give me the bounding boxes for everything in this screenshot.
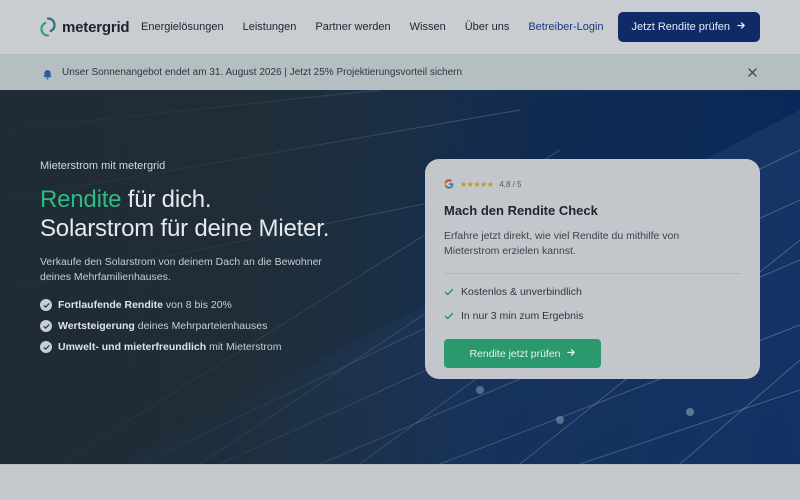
benefit-item: Fortlaufende Rendite von 8 bis 20% bbox=[40, 299, 370, 311]
headline-accent: Rendite bbox=[40, 186, 122, 213]
announcement-text: Unser Sonnenangebot endet am 31. August … bbox=[62, 67, 463, 78]
benefit-rest: mit Mieterstrom bbox=[206, 341, 282, 353]
benefit-item: Umwelt- und mieterfreundlich mit Mieters… bbox=[40, 341, 370, 353]
card-feature-label: In nur 3 min zum Ergebnis bbox=[461, 310, 584, 322]
rating-value: 4,8 / 5 bbox=[499, 179, 522, 189]
hero-eyebrow: Mieterstrom mit metergrid bbox=[40, 160, 166, 172]
nav-item-ueber-uns[interactable]: Über uns bbox=[465, 21, 510, 33]
google-rating: ★★★★★ 4,8 / 5 bbox=[444, 179, 741, 189]
nav-item-energieloesungen[interactable]: Energielösungen bbox=[141, 21, 224, 33]
benefit-list: Fortlaufende Rendite von 8 bis 20% Werts… bbox=[40, 299, 370, 353]
card-feature-item: Kostenlos & unverbindlich bbox=[444, 286, 741, 298]
benefit-item: Wertsteigerung deines Mehrparteienhauses bbox=[40, 320, 370, 332]
check-icon bbox=[444, 311, 454, 321]
check-icon bbox=[444, 287, 454, 297]
check-return-button[interactable]: Jetzt Rendite prüfen bbox=[617, 12, 760, 42]
logo[interactable]: metergrid bbox=[40, 17, 141, 37]
site-header: metergrid Energielösungen Leistungen Par… bbox=[0, 0, 800, 54]
check-return-now-button[interactable]: Rendite jetzt prüfen bbox=[444, 339, 601, 368]
google-icon bbox=[444, 179, 454, 189]
metergrid-logo-icon bbox=[40, 17, 56, 37]
nav-item-partner-werden[interactable]: Partner werden bbox=[315, 21, 390, 33]
hero-subtext: Verkaufe den Solarstrom von deinem Dach … bbox=[40, 256, 322, 283]
star-rating-icons: ★★★★★ bbox=[460, 179, 494, 189]
card-divider bbox=[444, 273, 741, 274]
benefit-rest: von 8 bis 20% bbox=[163, 299, 232, 311]
hero-content: Mieterstrom mit metergrid Rendite für di… bbox=[40, 160, 370, 362]
main-nav: Energielösungen Leistungen Partner werde… bbox=[141, 21, 528, 33]
rendite-check-card: ★★★★★ 4,8 / 5 Mach den Rendite Check Erf… bbox=[425, 159, 760, 379]
card-feature-label: Kostenlos & unverbindlich bbox=[461, 286, 582, 298]
check-circle-icon bbox=[40, 341, 52, 353]
headline-rest: für dich. bbox=[121, 186, 212, 213]
arrow-right-icon bbox=[737, 21, 746, 33]
card-description: Erfahre jetzt direkt, wie viel Rendite d… bbox=[444, 230, 680, 257]
check-return-button-label: Jetzt Rendite prüfen bbox=[631, 21, 730, 33]
benefit-bold: Umwelt- und mieterfreundlich bbox=[58, 341, 207, 353]
card-feature-item: In nur 3 min zum Ergebnis bbox=[444, 310, 741, 322]
hero-section: Mieterstrom mit metergrid Rendite für di… bbox=[0, 90, 800, 464]
check-circle-icon bbox=[40, 299, 52, 311]
announcement-bar: Unser Sonnenangebot endet am 31. August … bbox=[0, 54, 800, 90]
headline-line-2: Solarstrom für deine Mieter. bbox=[40, 215, 330, 242]
check-return-now-label: Rendite jetzt prüfen bbox=[469, 347, 561, 360]
card-title: Mach den Rendite Check bbox=[444, 203, 598, 218]
check-circle-icon bbox=[40, 320, 52, 332]
hero-headline: Rendite für dich. Solarstrom für deine M… bbox=[40, 185, 370, 243]
bell-icon bbox=[42, 67, 53, 80]
next-section-strip bbox=[0, 464, 800, 500]
operator-login-link[interactable]: Betreiber-Login bbox=[528, 21, 603, 33]
nav-item-leistungen[interactable]: Leistungen bbox=[243, 21, 297, 33]
benefit-rest: deines Mehrparteienhauses bbox=[134, 320, 268, 332]
benefit-bold: Fortlaufende Rendite bbox=[58, 299, 164, 311]
benefit-bold: Wertsteigerung bbox=[58, 320, 135, 332]
arrow-right-icon bbox=[566, 348, 576, 360]
close-icon[interactable] bbox=[746, 67, 758, 79]
header-actions: Betreiber-Login Jetzt Rendite prüfen bbox=[528, 12, 760, 42]
nav-item-wissen[interactable]: Wissen bbox=[410, 21, 446, 33]
brand-name: metergrid bbox=[62, 18, 130, 36]
